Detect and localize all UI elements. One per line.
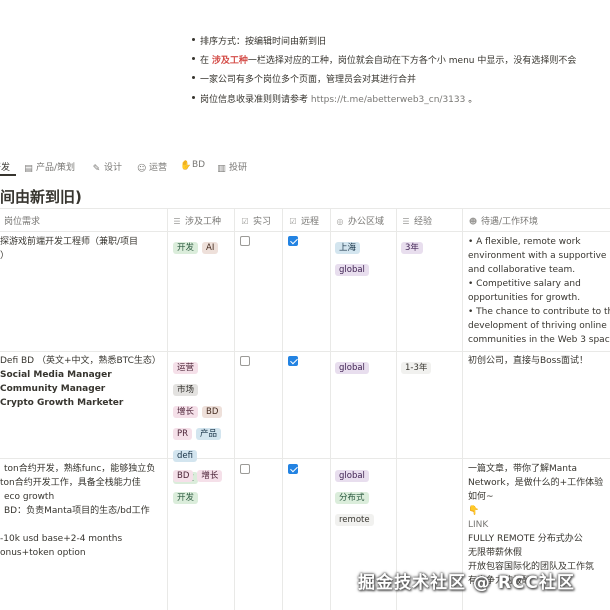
col-divider	[167, 208, 168, 610]
experience-cell: 1-3年	[401, 355, 463, 377]
tab-design[interactable]: ✎ 设计	[92, 160, 122, 174]
brush-icon: ✎	[92, 164, 101, 174]
collect-link[interactable]: https://t.me/abetterweb3_cn/3133	[311, 95, 465, 105]
field-tag: BD	[173, 470, 194, 482]
col-divider	[462, 208, 463, 610]
col-divider	[330, 208, 331, 610]
experience-tag: 3年	[401, 242, 423, 254]
location-cell: global	[335, 355, 397, 377]
intern-checkbox[interactable]	[240, 236, 250, 246]
location-tag: remote	[335, 514, 374, 526]
table-header: 岗位需求 ☰ 涉及工种 ☑ 实习 ☑ 远程 ◎ 办公区域 ☰ 经验 ☻ 待遇/工作环境	[0, 208, 610, 232]
field-tag: 运营	[173, 362, 199, 374]
handshake-icon: ✋	[180, 161, 192, 171]
field-tag: 市场	[173, 384, 199, 396]
note-field: 在 涉及工种一栏选择对应的工种，岗位就会自动在下方各个小 menu 中显示，没有…	[191, 53, 576, 66]
benefit-link[interactable]: LINK	[468, 518, 608, 532]
smile-icon: ☺	[137, 164, 147, 174]
page-title: 间由新到旧)	[0, 188, 82, 206]
role-cell: 探游戏前端开发工程师（兼职/项目 ）	[0, 237, 139, 261]
col-intern[interactable]: ☑ 实习	[240, 214, 271, 227]
row-divider	[0, 351, 610, 352]
bar-chart-icon: ▥	[217, 164, 226, 174]
benefits-cell: 初创公司，直接与Boss面试！	[468, 356, 589, 366]
col-experience[interactable]: ☰ 经验	[401, 214, 432, 227]
tab-product[interactable]: ▤ 产品/策划	[24, 160, 75, 174]
col-divider	[282, 208, 283, 610]
intern-checkbox[interactable]	[240, 356, 250, 366]
col-remote[interactable]: ☑ 远程	[288, 214, 319, 227]
role-cell: ton合约开发，熟练func，能够独立负 ton合约开发工作，具备全栈能力佳 e…	[0, 464, 156, 558]
field-tag: BD	[202, 406, 223, 418]
field-name-highlight: 涉及工种	[211, 56, 248, 66]
note-merge: 一家公司有多个岗位多个页面，管理员会对其进行合并	[191, 72, 416, 85]
remote-checkbox[interactable]	[288, 356, 298, 366]
tab-dev[interactable]: 开发	[0, 160, 10, 173]
watermark: 掘金技术社区 @ RCC社区	[358, 573, 575, 593]
field-tag: AI	[202, 242, 219, 254]
location-tag: global	[335, 362, 369, 374]
list-icon: ☰	[402, 217, 410, 226]
select-icon: ◎	[336, 217, 344, 226]
note-sort: 排序方式：按编辑时间由新到旧	[191, 34, 326, 47]
list-icon: ☰	[173, 217, 181, 226]
tab-bd[interactable]: ✋BD	[180, 160, 205, 171]
experience-tag: 1-3年	[401, 362, 432, 374]
tab-research[interactable]: ▥ 投研	[217, 160, 247, 174]
remote-checkbox[interactable]	[288, 236, 298, 246]
col-fields[interactable]: ☰ 涉及工种	[172, 214, 221, 227]
field-tag: PR	[173, 428, 193, 440]
intern-checkbox[interactable]	[240, 464, 250, 474]
col-role[interactable]: 岗位需求	[4, 214, 40, 227]
folder-icon: ▤	[24, 164, 33, 174]
fields-cell: BD 增长 开发	[173, 463, 235, 507]
location-tag: global	[335, 264, 369, 276]
fields-cell: 开发 AI	[173, 235, 235, 257]
field-tag: 产品	[196, 428, 222, 440]
row-divider	[0, 458, 610, 459]
tab-operations[interactable]: ☺ 运营	[137, 160, 167, 174]
note-collect: 岗位信息收录准则则请参考 https://t.me/abetterweb3_cn…	[191, 92, 477, 105]
field-tag: 开发	[173, 492, 199, 504]
field-tag: 增长	[173, 406, 199, 418]
col-location[interactable]: ◎ 办公区域	[335, 214, 385, 227]
checkbox-icon: ☑	[289, 217, 297, 226]
benefits-cell: • A flexible, remote work environment wi…	[468, 237, 610, 345]
location-tag: global	[335, 470, 369, 482]
field-tag: 开发	[173, 242, 199, 254]
location-tag: 分布式	[335, 492, 369, 504]
experience-cell: 3年	[401, 235, 463, 257]
location-cell: 上海 global	[335, 235, 397, 279]
checkbox-icon: ☑	[241, 217, 249, 226]
active-tab-indicator	[0, 174, 16, 176]
location-tag: 上海	[335, 242, 361, 254]
location-cell: global 分布式 remote	[335, 463, 397, 529]
field-tag: defi	[173, 450, 197, 462]
person-icon: ☻	[468, 217, 478, 226]
pointing-down-icon: 👇	[468, 506, 480, 516]
col-benefits[interactable]: ☻ 待遇/工作环境	[468, 214, 538, 227]
field-tag: 增长	[197, 470, 223, 482]
role-cell: Defi BD （英文+中文，熟悉BTC生态） Social Media Man…	[0, 356, 161, 408]
remote-checkbox[interactable]	[288, 464, 298, 474]
